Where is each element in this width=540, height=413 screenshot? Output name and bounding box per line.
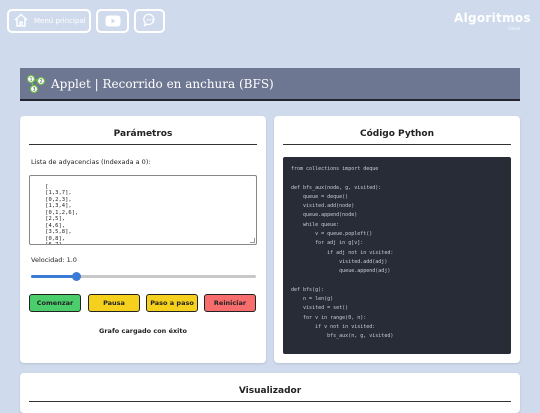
logo-subtext: Visual [508,26,520,31]
graph-icon: 1 2 3 [25,73,47,95]
pause-button[interactable]: Pausa [88,294,140,312]
svg-text:2: 2 [40,78,43,84]
youtube-icon [105,12,121,31]
visualizer-heading: Visualizador [29,385,511,402]
home-icon [13,12,29,31]
speed-slider-fill [31,275,76,278]
status-message: Grafo cargado con éxito [99,327,187,335]
parameters-heading: Parámetros [29,128,257,145]
code-heading: Código Python [283,128,511,145]
site-logo[interactable]: Algoritmos Visual [454,10,531,36]
python-code-block: from collections import deque def bfs_au… [283,157,511,354]
logo-text: Algoritmos [454,11,531,25]
code-panel: Código Python from collections import de… [274,116,520,363]
chat-icon [142,12,157,31]
svg-text:1: 1 [30,76,33,82]
textarea-resize-handle[interactable] [250,238,255,243]
page-title-bar: 1 2 3 Applet | Recorrido en anchura (BFS… [20,68,520,101]
top-navigation: Menú principal Algoritmos Visual [0,0,540,42]
speed-slider[interactable] [31,272,256,281]
contact-button[interactable] [134,9,165,33]
svg-text:3: 3 [33,86,36,92]
adjacency-list-input[interactable]: [ [1,3,7], [0,2,3], [1,3,4], [0,1,2,6], … [29,175,257,245]
main-menu-button[interactable]: Menú principal [7,9,91,33]
adjacency-list-value: [ [1,3,7], [0,2,3], [1,3,4], [0,1,2,6], … [45,183,79,245]
main-menu-label: Menú principal [34,17,86,25]
youtube-button[interactable] [96,9,129,33]
speed-label: Velocidad: 1.0 [31,256,77,264]
step-button[interactable]: Paso a paso [146,294,198,312]
speed-slider-thumb[interactable] [72,272,81,281]
page-title: Applet | Recorrido en anchura (BFS) [51,76,274,91]
start-button[interactable]: Comenzar [29,294,81,312]
visualizer-panel: Visualizador [20,373,520,413]
reset-button[interactable]: Reiniciar [204,294,256,312]
parameters-panel: Parámetros Lista de adyacencias (Indexad… [20,116,266,363]
adjacency-label: Lista de adyacencias (Indexada a 0): [31,158,151,166]
